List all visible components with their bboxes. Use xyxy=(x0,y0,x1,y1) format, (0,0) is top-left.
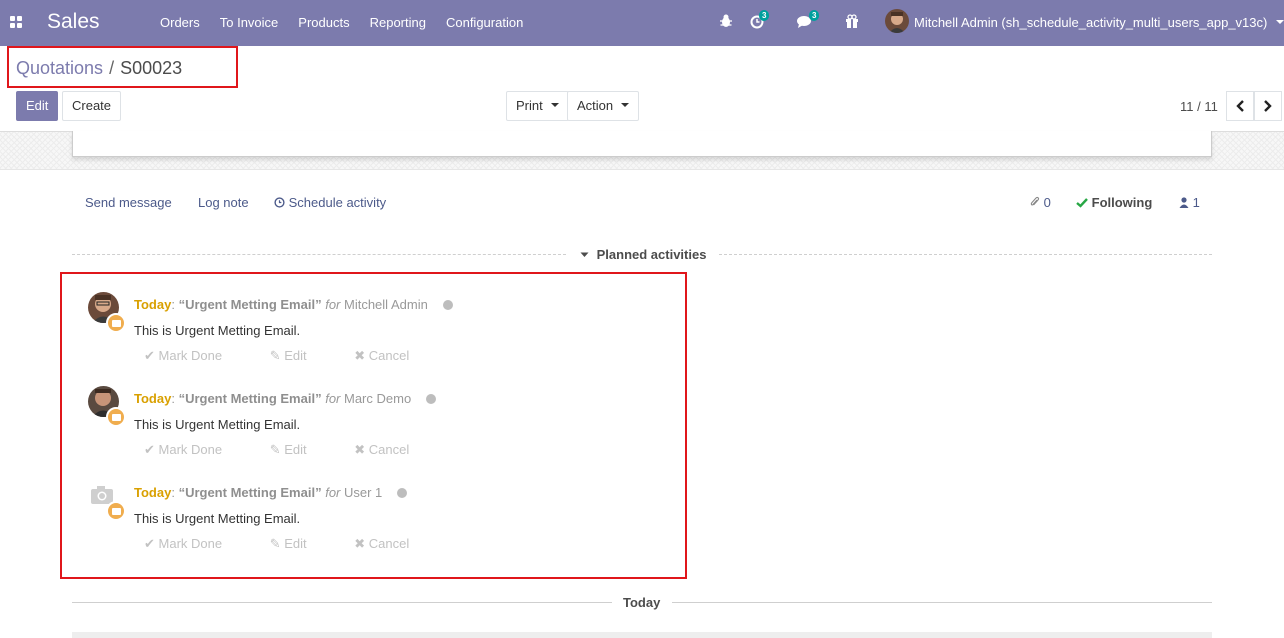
attachments-count: 0 xyxy=(1043,195,1051,210)
action-dropdown[interactable]: Action xyxy=(567,91,640,121)
today-line-left xyxy=(72,602,612,603)
email-activity-icon xyxy=(106,501,126,521)
create-button[interactable]: Create xyxy=(62,91,122,121)
pager-value[interactable]: 11 / 11 xyxy=(1180,99,1218,114)
planned-activities-toggle[interactable]: Planned activities xyxy=(580,247,706,262)
caret-down-icon xyxy=(580,252,589,257)
activity-note: This is Urgent Metting Email. xyxy=(134,323,301,338)
planned-activities-title: Planned activities xyxy=(596,247,707,262)
activity-item: Today: “Urgent Metting Email” for Marc D… xyxy=(88,386,648,466)
schedule-activity-button[interactable]: Schedule activity xyxy=(274,195,386,210)
activity-item: Today: “Urgent Metting Email” for Mitche… xyxy=(88,292,648,372)
app-brand[interactable]: Sales xyxy=(47,10,100,34)
check-icon xyxy=(1076,198,1088,208)
activity-item: Today: “Urgent Metting Email” for User 1… xyxy=(88,480,648,560)
activity-summary: “Urgent Metting Email” xyxy=(178,297,322,312)
pager-previous-button[interactable] xyxy=(1226,91,1254,121)
followers-count: 1 xyxy=(1192,195,1200,210)
breadcrumb-highlight-box xyxy=(7,46,238,88)
attachments-button[interactable]: 0 xyxy=(1029,195,1051,210)
messages-icon[interactable]: 3 xyxy=(796,10,820,32)
user-menu-caret-icon[interactable] xyxy=(1276,20,1284,24)
gift-icon[interactable] xyxy=(844,12,864,32)
info-icon[interactable] xyxy=(426,393,437,404)
activity-actions: ✔ Mark Done ✎ Edit ✖ Cancel xyxy=(144,536,453,552)
activity-header: Today: “Urgent Metting Email” for Mitche… xyxy=(134,297,453,312)
today-line-right xyxy=(672,602,1212,603)
log-note-button[interactable]: Log note xyxy=(198,195,249,210)
info-icon[interactable] xyxy=(397,487,408,498)
top-navbar: Sales Orders To Invoice Products Reporti… xyxy=(0,0,1284,46)
clock-icon xyxy=(274,197,285,208)
activity-assignee: Marc Demo xyxy=(344,391,412,406)
email-activity-icon xyxy=(106,407,126,427)
apps-menu-icon[interactable] xyxy=(10,16,23,29)
bug-icon[interactable] xyxy=(718,12,738,32)
print-label: Print xyxy=(516,98,543,113)
mark-done-button[interactable]: ✔ Mark Done xyxy=(144,536,244,551)
pager-next-button[interactable] xyxy=(1254,91,1282,121)
following-button[interactable]: Following xyxy=(1076,195,1152,210)
chevron-left-icon xyxy=(1236,100,1244,112)
activity-note: This is Urgent Metting Email. xyxy=(134,511,301,526)
mark-done-button[interactable]: ✔ Mark Done xyxy=(144,442,244,457)
user-menu[interactable]: Mitchell Admin (sh_schedule_activity_mul… xyxy=(914,15,1267,30)
user-icon xyxy=(1179,197,1189,208)
message-preview-strip xyxy=(72,632,1212,638)
activity-summary: “Urgent Metting Email” xyxy=(178,391,322,406)
menu-configuration[interactable]: Configuration xyxy=(446,15,523,30)
edit-activity-button[interactable]: ✎ Edit xyxy=(270,348,329,363)
activity-clock-icon[interactable]: 3 xyxy=(750,10,770,32)
schedule-activity-label: Schedule activity xyxy=(288,195,387,210)
activity-when: Today xyxy=(134,297,172,312)
mark-done-button[interactable]: ✔ Mark Done xyxy=(144,348,244,363)
menu-reporting[interactable]: Reporting xyxy=(370,15,426,30)
activity-when: Today xyxy=(134,485,172,500)
cancel-activity-button[interactable]: ✖ Cancel xyxy=(354,536,431,551)
menu-to-invoice[interactable]: To Invoice xyxy=(220,15,279,30)
activity-note: This is Urgent Metting Email. xyxy=(134,417,301,432)
separator-line-left xyxy=(72,254,566,255)
info-icon[interactable] xyxy=(442,299,453,310)
activity-for-label: for xyxy=(325,485,341,500)
print-caret-icon xyxy=(550,102,559,107)
followers-button[interactable]: 1 xyxy=(1179,195,1200,210)
send-message-button[interactable]: Send message xyxy=(85,195,172,210)
cancel-activity-button[interactable]: ✖ Cancel xyxy=(354,348,431,363)
activity-actions: ✔ Mark Done ✎ Edit ✖ Cancel xyxy=(144,348,453,364)
user-avatar[interactable] xyxy=(885,9,909,33)
cancel-activity-button[interactable]: ✖ Cancel xyxy=(354,442,431,457)
edit-activity-button[interactable]: ✎ Edit xyxy=(270,442,329,457)
separator-line-right xyxy=(719,254,1212,255)
today-separator-label: Today xyxy=(623,595,661,610)
activity-for-label: for xyxy=(325,391,341,406)
activity-summary: “Urgent Metting Email” xyxy=(178,485,322,500)
menu-products[interactable]: Products xyxy=(298,15,349,30)
chevron-right-icon xyxy=(1264,100,1272,112)
edit-activity-button[interactable]: ✎ Edit xyxy=(270,536,329,551)
activity-header: Today: “Urgent Metting Email” for User 1 xyxy=(134,485,408,500)
activity-header: Today: “Urgent Metting Email” for Marc D… xyxy=(134,391,437,406)
action-caret-icon xyxy=(621,102,630,107)
following-label: Following xyxy=(1091,195,1153,210)
activity-assignee: Mitchell Admin xyxy=(344,297,428,312)
form-sheet xyxy=(72,131,1212,157)
activity-count-badge: 3 xyxy=(759,10,770,21)
print-dropdown[interactable]: Print xyxy=(506,91,569,121)
activity-when: Today xyxy=(134,391,172,406)
activity-for-label: for xyxy=(325,297,341,312)
email-activity-icon xyxy=(106,313,126,333)
edit-button[interactable]: Edit xyxy=(16,91,59,121)
main-menu: Orders To Invoice Products Reporting Con… xyxy=(160,15,543,30)
menu-orders[interactable]: Orders xyxy=(160,15,200,30)
message-count-badge: 3 xyxy=(809,10,820,21)
paperclip-icon xyxy=(1030,196,1040,206)
action-label: Action xyxy=(577,98,614,113)
activity-actions: ✔ Mark Done ✎ Edit ✖ Cancel xyxy=(144,442,453,458)
activity-assignee: User 1 xyxy=(344,485,383,500)
